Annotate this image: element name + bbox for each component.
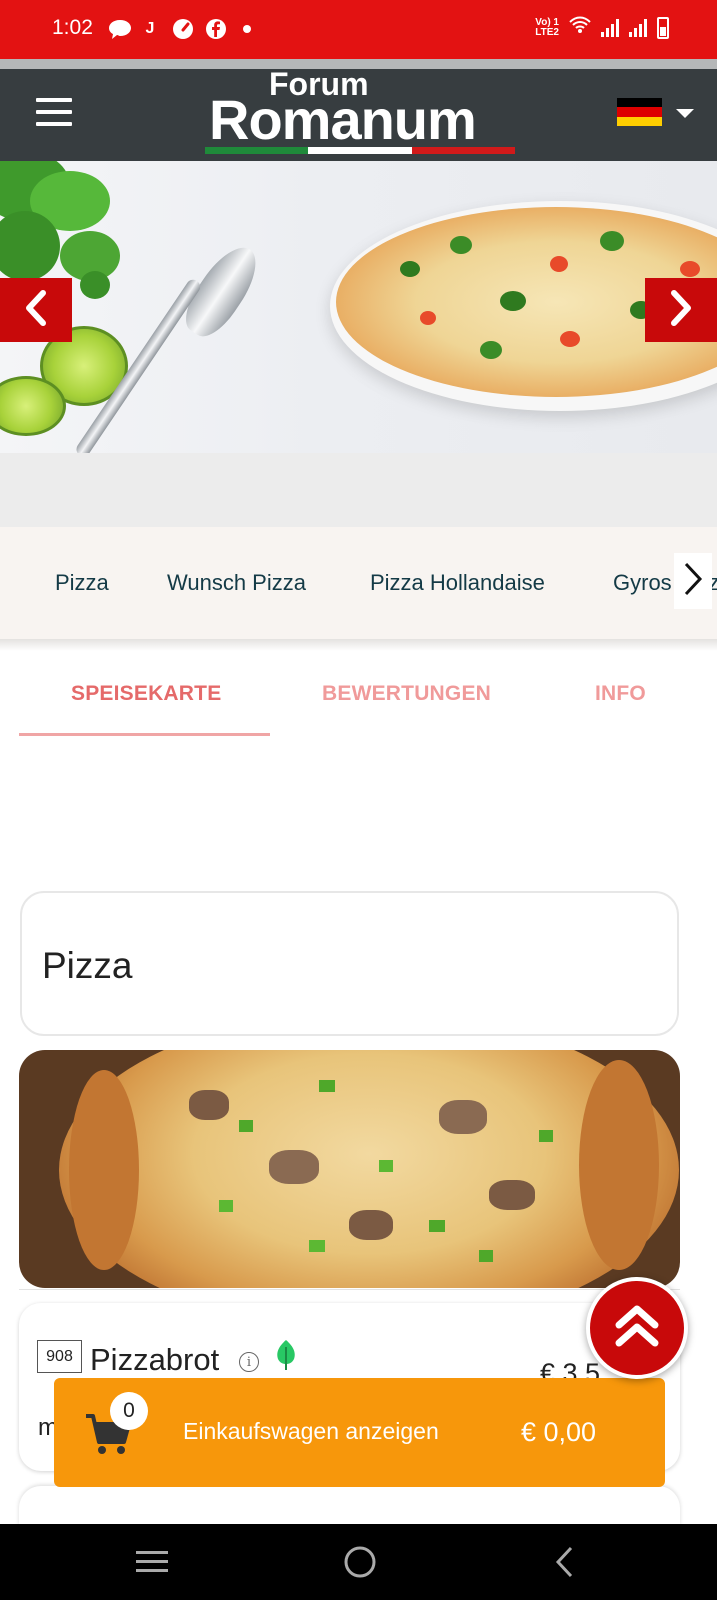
chevron-down-icon[interactable] — [676, 109, 694, 118]
recent-apps-icon[interactable] — [134, 1542, 170, 1582]
logo-line2: Romanum — [209, 88, 477, 151]
section-header: Pizza — [20, 891, 679, 1036]
menu-item-number: 908 — [37, 1340, 82, 1373]
logo[interactable]: Forum Romanum — [205, 67, 515, 161]
cart-label: Einkaufswagen anzeigen — [183, 1418, 439, 1444]
volte-icon: Vo) 1 LTE2 — [535, 16, 559, 38]
status-time: 1:02 — [52, 16, 93, 39]
cart-count-badge: 0 — [110, 1392, 148, 1430]
app-header: Forum Romanum — [0, 67, 717, 161]
menu-icon[interactable] — [36, 98, 72, 126]
system-status-icons: Vo) 1 LTE2 — [535, 16, 669, 39]
chevron-right-icon — [668, 289, 694, 331]
tab-active-indicator — [19, 733, 270, 736]
dot-icon — [243, 25, 251, 33]
germany-flag-icon[interactable] — [617, 98, 662, 126]
category-item-pizza[interactable]: Pizza — [55, 570, 109, 596]
category-nav: Pizza Wunsch Pizza Pizza Hollandaise Gyr… — [0, 527, 717, 639]
tab-info[interactable]: INFO — [595, 682, 646, 706]
category-next-button[interactable] — [674, 553, 712, 609]
hero-prev-button[interactable] — [0, 278, 72, 342]
menu-item-name[interactable]: Pizzabrot — [90, 1342, 219, 1378]
status-bar: 1:02 J Vo) 1 LTE2 — [0, 0, 717, 59]
chat-icon — [108, 18, 132, 40]
signal-icon — [629, 18, 647, 37]
tab-speisekarte[interactable]: SPEISEKARTE — [71, 682, 221, 706]
category-nav-shadow — [0, 639, 717, 651]
tab-bewertungen[interactable]: BEWERTUNGEN — [322, 682, 491, 706]
logo-stripe — [205, 147, 515, 154]
slider-spacer — [0, 453, 717, 527]
chevron-left-icon — [23, 289, 49, 331]
category-item-wunsch-pizza[interactable]: Wunsch Pizza — [167, 570, 306, 596]
menu-item-card[interactable] — [19, 1486, 680, 1526]
cart-total: € 0,00 — [521, 1417, 597, 1447]
hero-next-button[interactable] — [645, 278, 717, 342]
j-app-icon: J — [145, 20, 155, 37]
section-divider — [19, 1289, 680, 1290]
facebook-icon — [205, 18, 227, 40]
system-nav-bar — [0, 1524, 717, 1600]
section-title: Pizza — [42, 945, 133, 986]
signal-icon — [601, 18, 619, 37]
chevron-right-icon — [683, 562, 703, 601]
back-icon[interactable] — [550, 1542, 580, 1582]
battery-icon — [657, 16, 669, 39]
wifi-icon — [569, 16, 591, 39]
leaf-icon — [275, 1339, 297, 1371]
section-image — [19, 1050, 680, 1288]
info-icon[interactable]: i — [239, 1352, 259, 1372]
double-chevron-up-icon — [614, 1303, 660, 1354]
view-cart-button[interactable]: 0 Einkaufswagen anzeigen € 0,00 — [54, 1378, 665, 1487]
speedometer-icon — [172, 18, 194, 40]
category-item-pizza-hollandaise[interactable]: Pizza Hollandaise — [370, 570, 545, 596]
hero-slider — [0, 161, 717, 453]
scroll-to-top-button[interactable] — [586, 1277, 688, 1379]
home-icon[interactable] — [342, 1542, 378, 1582]
